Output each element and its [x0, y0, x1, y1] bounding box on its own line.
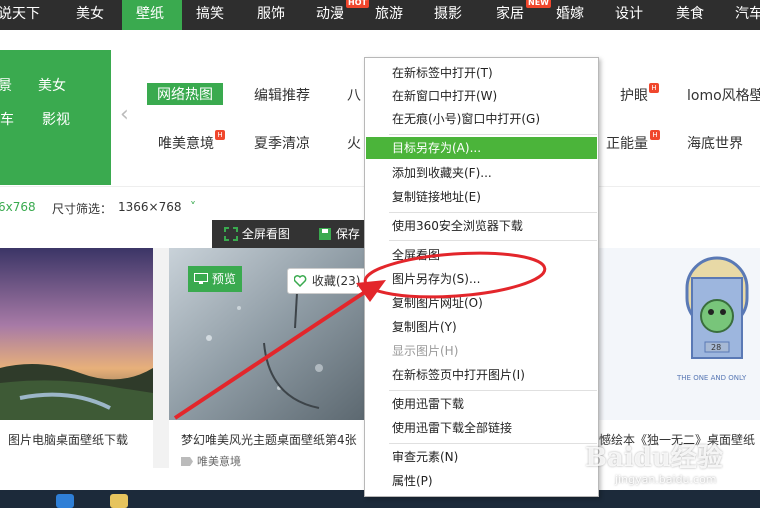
- baidu-watermark: Baidu经验 jingyan.baidu.com: [585, 437, 755, 497]
- folder-icon[interactable]: [110, 494, 128, 508]
- menu-show-image: 显示图片(H): [392, 344, 459, 358]
- tag-icon: [181, 457, 193, 466]
- browser-page: 说天下 美女 壁纸 搞笑 服饰 动漫 HOT 旅游 摄影 家居 NEW 婚嫁 设…: [0, 0, 760, 508]
- category-weimeiyijing[interactable]: 唯美意境: [158, 133, 214, 153]
- menu-open-image-new-tab[interactable]: 在新标签页中打开图片(I): [366, 364, 597, 386]
- watermark-url: jingyan.baidu.com: [615, 473, 717, 486]
- menu-separator: [389, 212, 597, 213]
- menu-open-incognito[interactable]: 在无痕(小号)窗口中打开(G): [366, 108, 597, 130]
- image-toolbar: 全屏看图 保存: [212, 220, 372, 248]
- menu-copy-link[interactable]: 复制链接地址(E): [366, 186, 597, 208]
- resolution-filter-link[interactable]: 6x768: [0, 200, 36, 214]
- category-side-panel: 景 美女 车 影视: [0, 50, 111, 185]
- menu-separator: [389, 390, 597, 391]
- category-wangluoretu[interactable]: 网络热图: [147, 83, 223, 105]
- favorite-button[interactable]: 收藏(23): [287, 268, 369, 294]
- category-bianjituijian[interactable]: 编辑推荐: [254, 85, 310, 105]
- nav-item-shuotianxia[interactable]: 说天下: [0, 0, 40, 30]
- wallpaper-caption[interactable]: 梦幻唯美风光主题桌面壁纸第4张: [181, 431, 357, 448]
- menu-copy-image[interactable]: 复制图片(Y): [366, 316, 597, 338]
- save-icon: [319, 228, 331, 240]
- wallpaper-tag[interactable]: 唯美意境: [181, 453, 241, 468]
- category-huo[interactable]: 火: [347, 133, 361, 153]
- size-filter-label: 尺寸筛选：: [52, 202, 113, 216]
- menu-save-image-as[interactable]: 图片另存为(S)...: [366, 268, 597, 290]
- menu-save-target-as[interactable]: 目标另存为(A)...: [366, 137, 597, 159]
- nav-item-bizhi[interactable]: 壁纸: [122, 0, 182, 30]
- menu-add-favorites[interactable]: 添加到收藏夹(F)...: [366, 162, 597, 184]
- side-item-che[interactable]: 车: [0, 109, 14, 129]
- menu-download-360[interactable]: 使用360安全浏览器下载: [366, 215, 597, 237]
- hot-badge: HOT: [346, 0, 369, 8]
- new-badge: NEW: [526, 0, 551, 8]
- watermark-main: Baidu经验: [585, 443, 723, 473]
- menu-xunlei-download[interactable]: 使用迅雷下载: [366, 393, 597, 415]
- wallpaper-caption[interactable]: 图片电脑桌面壁纸下载: [8, 431, 128, 448]
- nav-item-fushi[interactable]: 服饰: [257, 0, 285, 30]
- ie-icon[interactable]: [56, 494, 74, 508]
- nav-item-hunjia[interactable]: 婚嫁: [556, 0, 584, 30]
- nav-item-sheji[interactable]: 设计: [615, 0, 643, 30]
- category-huyan[interactable]: 护眼: [620, 85, 648, 105]
- hot-badge: H: [650, 130, 660, 140]
- wallpaper-thumbnail[interactable]: [0, 248, 153, 420]
- nav-item-meishi[interactable]: 美食: [676, 0, 704, 30]
- side-item-jing[interactable]: 景: [0, 75, 12, 95]
- art-number: 28: [711, 343, 721, 352]
- menu-properties[interactable]: 属性(P): [366, 470, 597, 492]
- category-xiajiqingliang[interactable]: 夏季清凉: [254, 133, 310, 153]
- art-text: THE ONE AND ONLY: [676, 374, 747, 382]
- hot-badge: H: [649, 83, 659, 93]
- wallpaper-card[interactable]: 28 THE ONE AND ONLY 憾绘本《独一无二》桌面壁纸: [599, 248, 760, 468]
- menu-separator: [389, 443, 597, 444]
- menu-xunlei-download-all[interactable]: 使用迅雷下载全部链接: [366, 417, 597, 439]
- monitor-icon: [194, 273, 208, 284]
- heart-plus-icon: [293, 275, 307, 288]
- top-nav: 说天下 美女 壁纸 搞笑 服饰 动漫 HOT 旅游 摄影 家居 NEW 婚嫁 设…: [0, 0, 760, 30]
- nav-item-gaoxiao[interactable]: 搞笑: [196, 0, 224, 30]
- nav-item-dongman[interactable]: 动漫 HOT: [316, 0, 369, 30]
- menu-separator: [389, 240, 597, 241]
- nav-item-sheying[interactable]: 摄影: [434, 0, 462, 30]
- wallpaper-card[interactable]: 图片电脑桌面壁纸下载: [0, 248, 153, 468]
- menu-separator: [389, 134, 597, 135]
- save-button[interactable]: 保存: [318, 225, 360, 242]
- fullscreen-button[interactable]: 全屏看图: [224, 225, 290, 242]
- category-zhengnengliang[interactable]: 正能量: [606, 133, 648, 153]
- menu-open-new-tab[interactable]: 在新标签中打开(T): [366, 62, 597, 84]
- wallpaper-thumbnail[interactable]: 28 THE ONE AND ONLY: [599, 248, 760, 420]
- menu-copy-image-url[interactable]: 复制图片网址(O): [366, 292, 597, 314]
- chevron-down-icon[interactable]: ˅: [190, 200, 196, 214]
- preview-button[interactable]: 预览: [188, 266, 242, 292]
- category-haidishijie[interactable]: 海底世界: [687, 133, 743, 153]
- side-item-meinv[interactable]: 美女: [38, 75, 66, 95]
- side-item-yingshi[interactable]: 影视: [42, 109, 70, 129]
- category-lomo[interactable]: lomo风格壁: [687, 85, 760, 105]
- menu-open-new-window[interactable]: 在新窗口中打开(W): [366, 85, 597, 107]
- nav-item-qiche[interactable]: 汽车: [735, 0, 760, 30]
- chevron-left-icon[interactable]: ‹: [120, 104, 129, 126]
- category-ba[interactable]: 八: [347, 85, 361, 105]
- nav-item-meinv[interactable]: 美女: [76, 0, 104, 30]
- context-menu: 在新标签中打开(T) 在新窗口中打开(W) 在无痕(小号)窗口中打开(G) 目标…: [364, 57, 599, 497]
- nav-item-jiaju[interactable]: 家居 NEW: [496, 0, 551, 30]
- nav-item-lvyou[interactable]: 旅游: [375, 0, 403, 30]
- fullscreen-icon: [224, 227, 238, 241]
- menu-inspect-element[interactable]: 审查元素(N): [366, 446, 597, 468]
- hot-badge: H: [215, 130, 225, 140]
- size-filter-value[interactable]: 1366×768: [118, 200, 182, 214]
- menu-fullscreen-view[interactable]: 全屏看图: [366, 244, 597, 266]
